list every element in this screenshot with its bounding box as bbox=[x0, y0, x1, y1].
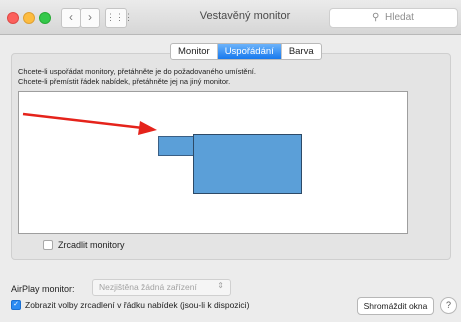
instruction-text-1: Chcete-li uspořádat monitory, přetáhněte… bbox=[18, 67, 256, 76]
airplay-select[interactable]: Nezjištěna žádná zařízení ⇕ bbox=[92, 279, 231, 296]
instruction-text-2: Chcete-li přemístit řádek nabídek, přetá… bbox=[18, 77, 231, 86]
display-arrangement-area bbox=[18, 91, 408, 234]
search-icon: ⚲ bbox=[372, 12, 380, 23]
zoom-button[interactable] bbox=[39, 12, 51, 24]
tab-bar: Monitor Uspořádání Barva bbox=[170, 43, 322, 60]
tab-color[interactable]: Barva bbox=[280, 44, 321, 59]
forward-button[interactable]: › bbox=[80, 8, 100, 28]
search-field[interactable]: ⚲ Hledat bbox=[329, 8, 458, 28]
help-button[interactable]: ? bbox=[440, 297, 457, 314]
show-mirroring-checkbox[interactable]: ✓ bbox=[11, 300, 21, 310]
mirror-displays-checkbox[interactable] bbox=[43, 240, 53, 250]
tab-arrangement[interactable]: Uspořádání bbox=[216, 44, 281, 59]
show-mirroring-option[interactable]: ✓ Zobrazit volby zrcadlení v řádku nabíd… bbox=[11, 300, 249, 310]
show-mirroring-label: Zobrazit volby zrcadlení v řádku nabídek… bbox=[25, 300, 250, 310]
mirror-displays-option[interactable]: Zrcadlit monitory bbox=[43, 240, 125, 250]
gather-windows-button[interactable]: Shromáždit okna bbox=[357, 297, 434, 315]
mirror-displays-label: Zrcadlit monitory bbox=[58, 240, 125, 250]
title-bar: ‹ › ⋮⋮⋮ Vestavěný monitor ⚲ Hledat bbox=[0, 0, 461, 35]
airplay-label: AirPlay monitor: bbox=[11, 284, 75, 294]
search-placeholder: Hledat bbox=[385, 12, 414, 23]
grid-icon: ⋮⋮⋮ bbox=[106, 12, 133, 22]
back-button[interactable]: ‹ bbox=[61, 8, 81, 28]
close-button[interactable] bbox=[7, 12, 19, 24]
minimize-button[interactable] bbox=[23, 12, 35, 24]
airplay-value: Nezjištěna žádná zařízení bbox=[99, 282, 197, 292]
window-title: Vestavěný monitor bbox=[199, 10, 291, 22]
show-all-button[interactable]: ⋮⋮⋮ bbox=[105, 8, 133, 28]
chevron-updown-icon: ⇕ bbox=[217, 281, 224, 290]
tab-monitor[interactable]: Monitor bbox=[171, 44, 217, 59]
annotation-arrow-icon bbox=[22, 112, 157, 135]
checkmark-icon: ✓ bbox=[13, 301, 19, 308]
